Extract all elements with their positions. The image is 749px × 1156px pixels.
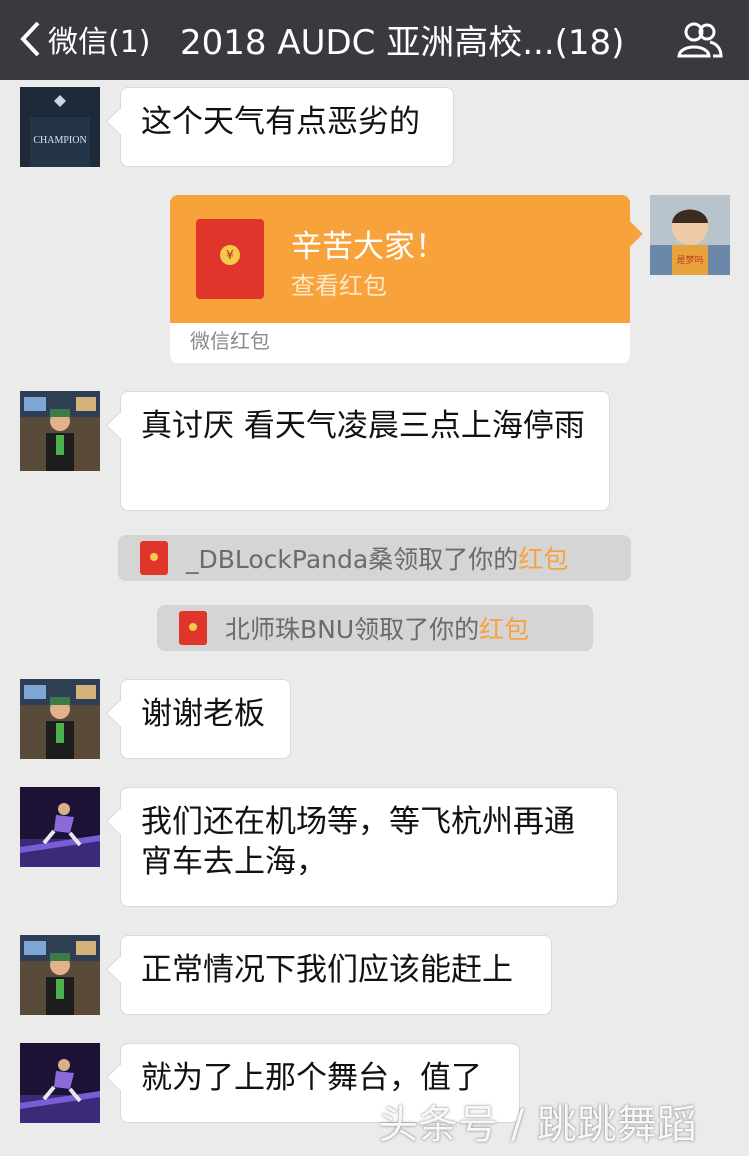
notice-2-middle: 领取了你的 (354, 615, 480, 644)
avatar-green-hoodie[interactable] (20, 935, 100, 1015)
message-text-6: 就为了上那个舞台，值了 (141, 1060, 482, 1096)
chat-title: 2018 AUDC 亚洲高校...(18) (180, 22, 625, 63)
notice-2-name: 北师珠BNU (225, 615, 355, 644)
message-bubble-2[interactable]: 真讨厌 看天气凌晨三点上海停雨 (120, 391, 610, 511)
notice-1-name: _DBLockPanda桑 (186, 545, 394, 574)
red-packet-footer: 微信红包 (170, 323, 630, 363)
notice-1-red-packet-link[interactable]: 红包 (518, 540, 568, 576)
red-envelope-icon (179, 611, 207, 645)
message-bubble-3[interactable]: 谢谢老板 (120, 679, 291, 759)
message-text-3: 谢谢老板 (141, 696, 265, 732)
back-label: 微信(1) (48, 25, 151, 60)
group-members-icon (677, 22, 723, 58)
red-envelope-icon (140, 541, 168, 575)
red-packet-body: ¥ 辛苦大家！ 查看红包 (170, 195, 630, 323)
message-bubble-1[interactable]: 这个天气有点恶劣的 (120, 87, 454, 167)
chevron-left-icon (20, 21, 40, 57)
red-packet-title: 辛苦大家！ (291, 229, 446, 265)
avatar-dancer[interactable] (20, 787, 100, 867)
watermark: 头条号 / 跳跳舞蹈 (378, 1102, 697, 1148)
message-text-4: 我们还在机场等，等飞杭州再通宵车去上海， (141, 804, 575, 880)
red-envelope-icon: ¥ (196, 219, 264, 299)
message-text-1: 这个天气有点恶劣的 (141, 104, 420, 140)
back-button[interactable]: 微信(1) (18, 14, 151, 64)
coin-icon: ¥ (220, 245, 240, 265)
notice-2-red-packet-link[interactable]: 红包 (479, 610, 529, 646)
message-bubble-5[interactable]: 正常情况下我们应该能赶上 (120, 935, 552, 1015)
avatar-champion[interactable]: CHAMPION (20, 87, 100, 167)
avatar-self-kid[interactable]: 是梦吗 (650, 195, 730, 275)
message-bubble-4[interactable]: 我们还在机场等，等飞杭州再通宵车去上海， (120, 787, 618, 907)
group-info-button[interactable] (676, 20, 724, 60)
red-packet-card[interactable]: ¥ 辛苦大家！ 查看红包 微信红包 (170, 195, 630, 363)
avatar-dancer[interactable] (20, 1043, 100, 1123)
svg-text:CHAMPION: CHAMPION (33, 135, 86, 146)
system-notice-2: 北师珠BNU 领取了你的 红包 (157, 605, 593, 651)
svg-text:是梦吗: 是梦吗 (676, 255, 703, 266)
avatar-green-hoodie[interactable] (20, 391, 100, 471)
system-notice-1: _DBLockPanda桑 领取了你的 红包 (118, 535, 631, 581)
red-packet-subtitle: 查看红包 (291, 272, 387, 300)
chat-header: 微信(1) 2018 AUDC 亚洲高校...(18) (0, 0, 749, 80)
avatar-green-hoodie[interactable] (20, 679, 100, 759)
message-text-5: 正常情况下我们应该能赶上 (141, 952, 513, 988)
message-text-2: 真讨厌 看天气凌晨三点上海停雨 (141, 408, 585, 444)
notice-1-middle: 领取了你的 (393, 545, 519, 574)
